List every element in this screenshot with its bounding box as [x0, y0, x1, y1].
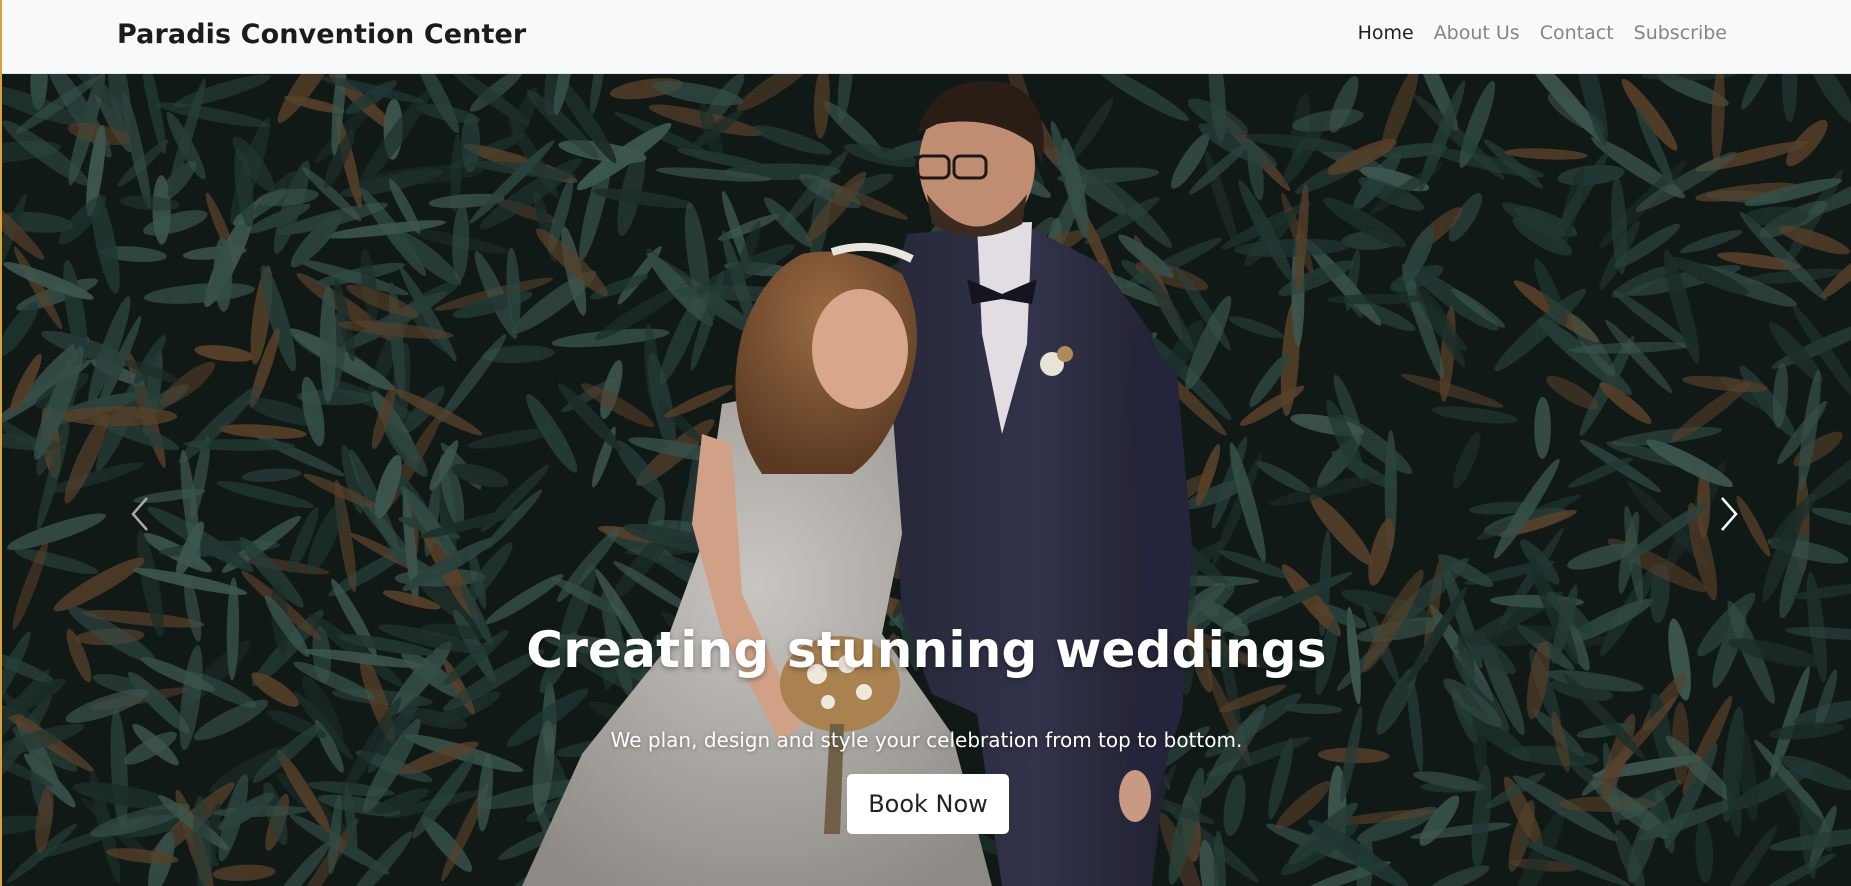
nav-link-home[interactable]: Home [1358, 22, 1414, 44]
chevron-left-icon [131, 497, 148, 531]
wedding-couple-photo [522, 81, 1192, 886]
carousel-next-button[interactable] [1699, 484, 1759, 544]
book-now-button[interactable]: Book Now [847, 774, 1009, 834]
hero-carousel: Creating stunning weddings We plan, desi… [2, 74, 1851, 886]
carousel-prev-button[interactable] [110, 484, 170, 544]
nav-link-contact[interactable]: Contact [1540, 22, 1614, 44]
hero-title: Creating stunning weddings [526, 621, 1327, 679]
chevron-right-icon [1721, 497, 1738, 531]
navbar: Paradis Convention Center Home About Us … [2, 0, 1851, 74]
brand-logo-text[interactable]: Paradis Convention Center [117, 19, 526, 50]
page: Paradis Convention Center Home About Us … [0, 0, 1851, 886]
nav-link-about-us[interactable]: About Us [1434, 22, 1520, 44]
nav-link-subscribe[interactable]: Subscribe [1634, 22, 1727, 44]
hero-subtitle: We plan, design and style your celebrati… [610, 728, 1243, 752]
nav-links: Home About Us Contact Subscribe [1358, 22, 1727, 44]
